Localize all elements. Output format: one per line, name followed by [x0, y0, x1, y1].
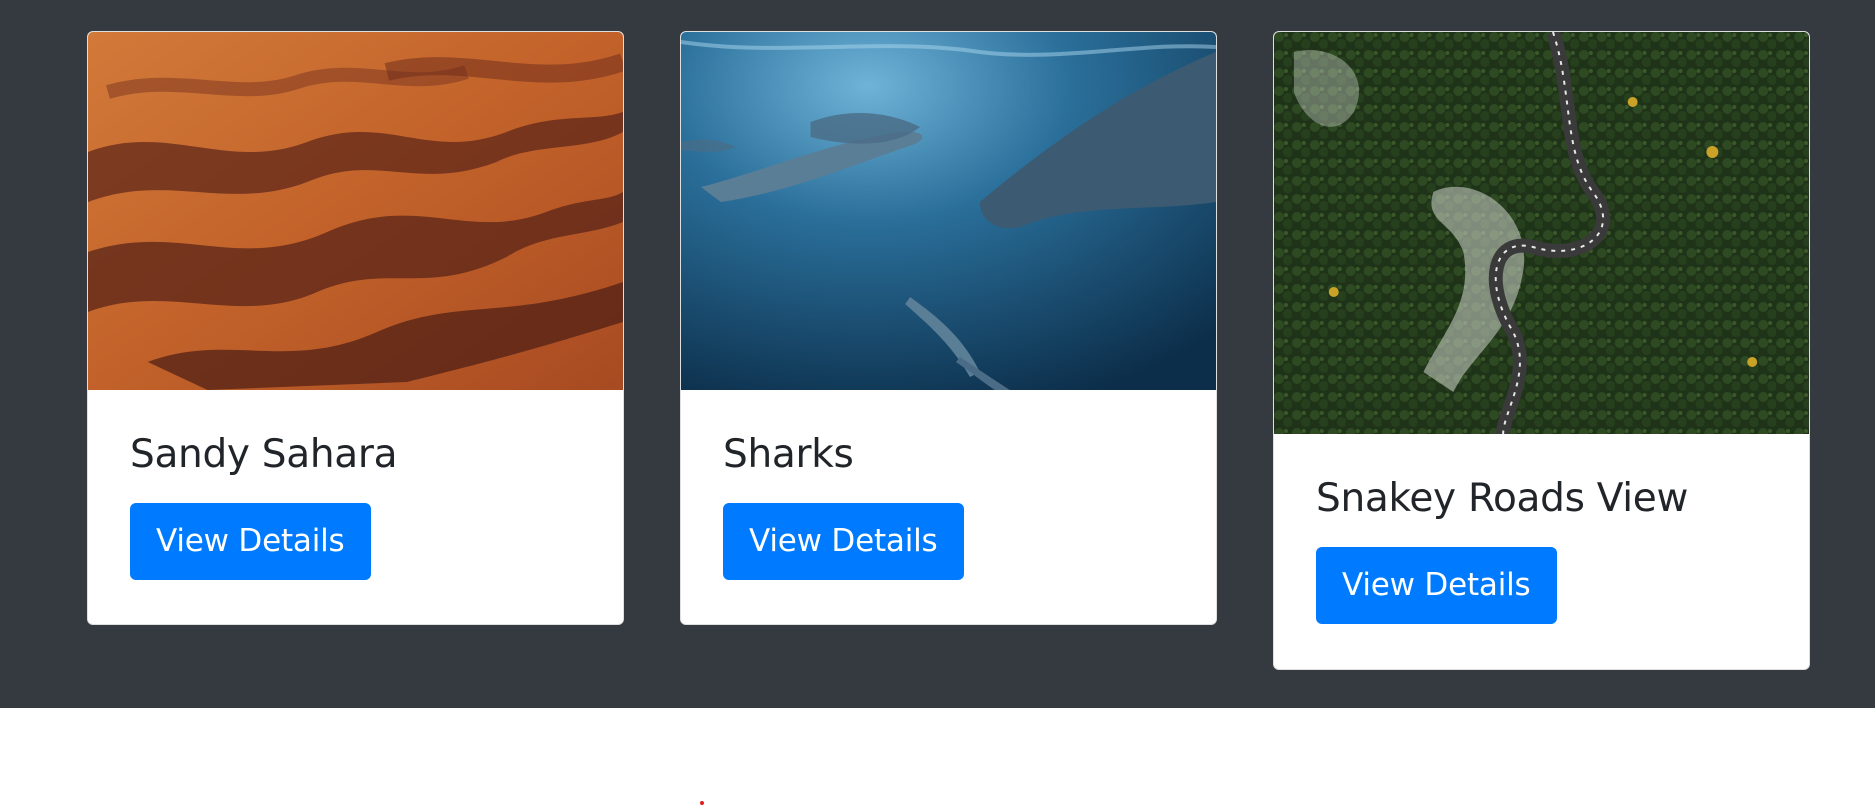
forest-road-aerial-image	[1274, 32, 1809, 434]
card-sharks: Sharks View Details	[680, 31, 1217, 625]
marker-dot	[700, 801, 704, 805]
view-details-button[interactable]: View Details	[130, 503, 371, 580]
view-details-button[interactable]: View Details	[1316, 547, 1557, 624]
card-sandy-sahara: Sandy Sahara View Details	[87, 31, 624, 625]
card-snakey-roads-view: Snakey Roads View View Details	[1273, 31, 1810, 670]
underwater-dolphins-image	[681, 32, 1216, 390]
card-title: Sharks	[723, 432, 854, 477]
card-title: Sandy Sahara	[130, 432, 398, 477]
card-title: Snakey Roads View	[1316, 476, 1689, 521]
gallery-section: Sandy Sahara View Details Sharks View De…	[0, 0, 1875, 708]
desert-dunes-image	[88, 32, 623, 390]
view-details-button[interactable]: View Details	[723, 503, 964, 580]
